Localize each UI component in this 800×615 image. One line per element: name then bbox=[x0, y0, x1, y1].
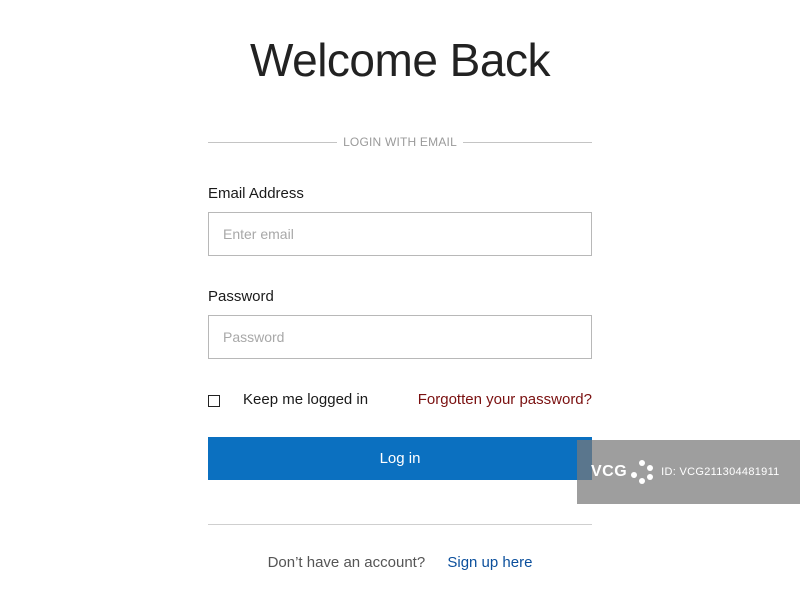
email-field[interactable] bbox=[208, 212, 592, 256]
password-label: Password bbox=[208, 288, 274, 305]
login-button[interactable]: Log in bbox=[208, 437, 592, 480]
watermark-brand-text: VCG bbox=[591, 463, 628, 480]
watermark-id: ID: VCG211304481911 bbox=[661, 466, 780, 478]
login-page: Welcome Back LOGIN WITH EMAIL Email Addr… bbox=[0, 0, 800, 615]
login-with-email-divider: LOGIN WITH EMAIL bbox=[208, 134, 593, 150]
forgot-password-link[interactable]: Forgotten your password? bbox=[418, 391, 592, 408]
divider-line-right bbox=[462, 141, 593, 143]
divider-line-left bbox=[208, 141, 338, 143]
page-title: Welcome Back bbox=[250, 34, 550, 86]
watermark: VCG ID: VCG211304481911 bbox=[577, 440, 800, 504]
signup-link[interactable]: Sign up here bbox=[447, 554, 532, 571]
vcg-logo-icon bbox=[631, 460, 654, 484]
watermark-brand: VCG bbox=[591, 459, 661, 485]
keep-logged-in-label[interactable]: Keep me logged in bbox=[243, 391, 368, 408]
keep-logged-in-checkbox[interactable] bbox=[208, 395, 220, 407]
signup-row: Don’t have an account? Sign up here bbox=[0, 554, 800, 571]
footer-divider bbox=[208, 524, 592, 525]
no-account-text: Don’t have an account? bbox=[267, 554, 426, 571]
email-label: Email Address bbox=[208, 185, 304, 202]
login-with-email-label: LOGIN WITH EMAIL bbox=[343, 135, 457, 149]
password-field[interactable] bbox=[208, 315, 592, 359]
